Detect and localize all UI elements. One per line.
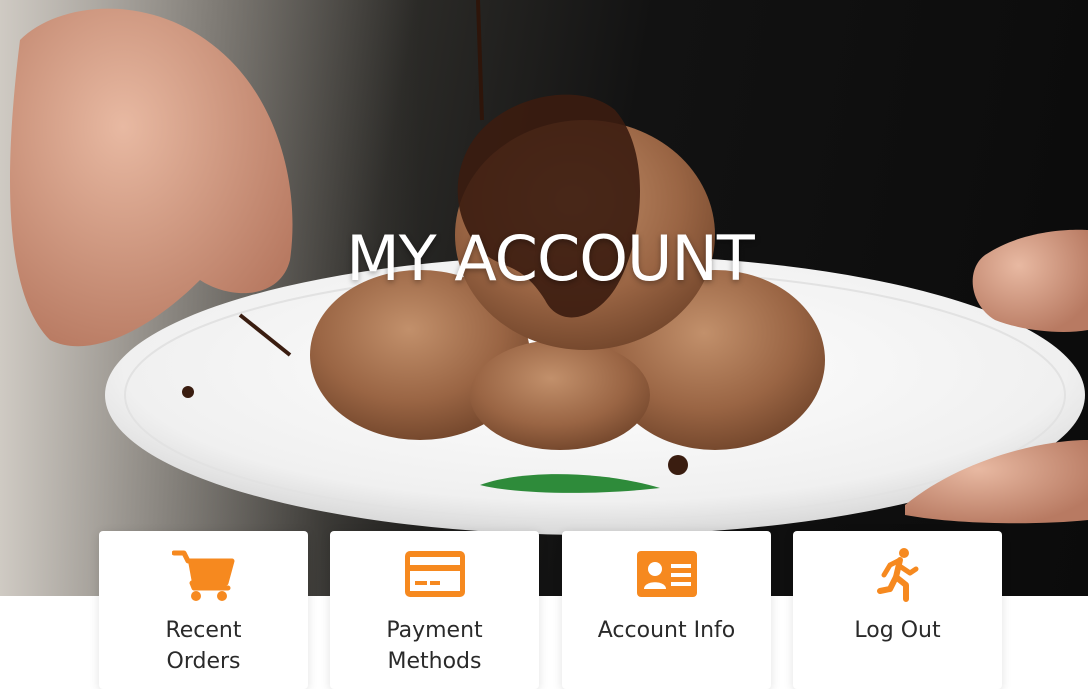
account-info-label: Account Info [597, 618, 736, 643]
log-out-label: Log Out [854, 618, 941, 643]
shopping-cart-icon [171, 547, 236, 603]
hero-image [0, 0, 1088, 596]
page: MY ACCOUNT Recent Orders Payment Methods… [0, 0, 1088, 689]
account-info-card[interactable]: Account Info [562, 531, 771, 689]
id-card-icon [635, 547, 699, 603]
recent-orders-label: Recent Orders [165, 618, 242, 674]
log-out-card[interactable]: Log Out [793, 531, 1002, 689]
hero-banner: MY ACCOUNT [0, 0, 1088, 596]
account-menu: Recent Orders Payment Methods Account In… [99, 531, 1003, 689]
payment-methods-label: Payment Methods [386, 618, 483, 674]
credit-card-icon [403, 547, 467, 603]
payment-methods-card[interactable]: Payment Methods [330, 531, 539, 689]
page-title: MY ACCOUNT [346, 222, 754, 295]
running-person-icon [866, 547, 930, 603]
recent-orders-card[interactable]: Recent Orders [99, 531, 308, 689]
